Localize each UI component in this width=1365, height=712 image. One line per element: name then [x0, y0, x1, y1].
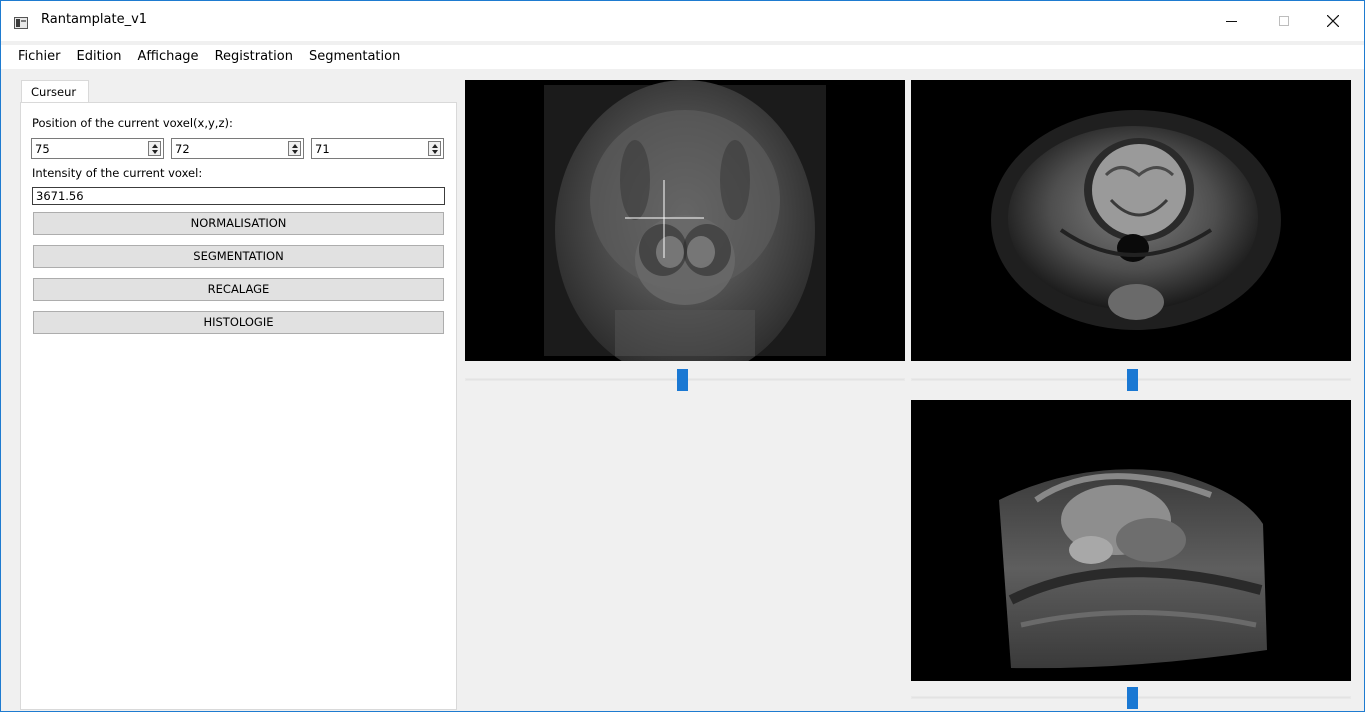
voxel-z-spinbox[interactable]: 71 [311, 138, 444, 159]
minimize-button[interactable] [1208, 1, 1254, 41]
sagittal-slice-slider[interactable] [911, 687, 1351, 709]
title-bar: Rantamplate_v1 [1, 1, 1364, 41]
spin-arrows-icon[interactable] [428, 141, 441, 156]
sagittal-view[interactable] [911, 400, 1351, 681]
intensity-label: Intensity of the current voxel: [32, 166, 203, 180]
spin-arrows-icon[interactable] [148, 141, 161, 156]
main-window: Rantamplate_v1 Fichier Edition Affichage… [0, 0, 1365, 712]
voxel-y-value: 72 [175, 142, 190, 156]
coronal-slice-image [991, 110, 1281, 330]
position-label: Position of the current voxel(x,y,z): [32, 116, 233, 130]
minimize-icon [1225, 20, 1237, 22]
maximize-button[interactable] [1261, 1, 1307, 41]
intensity-field[interactable]: 3671.56 [32, 187, 445, 205]
voxel-x-value: 75 [35, 142, 50, 156]
menu-edition[interactable]: Edition [70, 45, 131, 69]
slider-handle[interactable] [1127, 687, 1138, 709]
cursor-panel: Position of the current voxel(x,y,z): 75… [20, 102, 457, 710]
slider-handle[interactable] [1127, 369, 1138, 391]
maximize-icon [1279, 16, 1289, 26]
coronal-view[interactable] [911, 80, 1351, 361]
coronal-slice-slider[interactable] [911, 369, 1351, 391]
menu-affichage[interactable]: Affichage [130, 45, 207, 69]
app-icon [14, 17, 28, 29]
sagittal-slice-image [999, 469, 1267, 669]
slider-handle[interactable] [677, 369, 688, 391]
tab-curseur[interactable]: Curseur [21, 80, 89, 104]
spin-arrows-icon[interactable] [288, 141, 301, 156]
axial-view[interactable] [465, 80, 905, 361]
histologie-button[interactable]: HISTOLOGIE [33, 311, 444, 334]
recalage-button[interactable]: RECALAGE [33, 278, 444, 301]
menu-segmentation[interactable]: Segmentation [302, 45, 409, 69]
close-button[interactable] [1310, 1, 1356, 41]
voxel-y-spinbox[interactable]: 72 [171, 138, 304, 159]
axial-slice-slider[interactable] [465, 369, 905, 391]
normalisation-button[interactable]: NORMALISATION [33, 212, 444, 235]
axial-slice-image [544, 80, 826, 361]
voxel-z-value: 71 [315, 142, 330, 156]
voxel-x-spinbox[interactable]: 75 [31, 138, 164, 159]
close-icon [1327, 15, 1339, 27]
segmentation-button[interactable]: SEGMENTATION [33, 245, 444, 268]
window-title: Rantamplate_v1 [41, 12, 148, 27]
menu-registration[interactable]: Registration [208, 45, 302, 69]
menu-fichier[interactable]: Fichier [11, 45, 70, 69]
menu-bar: Fichier Edition Affichage Registration S… [1, 45, 1364, 69]
